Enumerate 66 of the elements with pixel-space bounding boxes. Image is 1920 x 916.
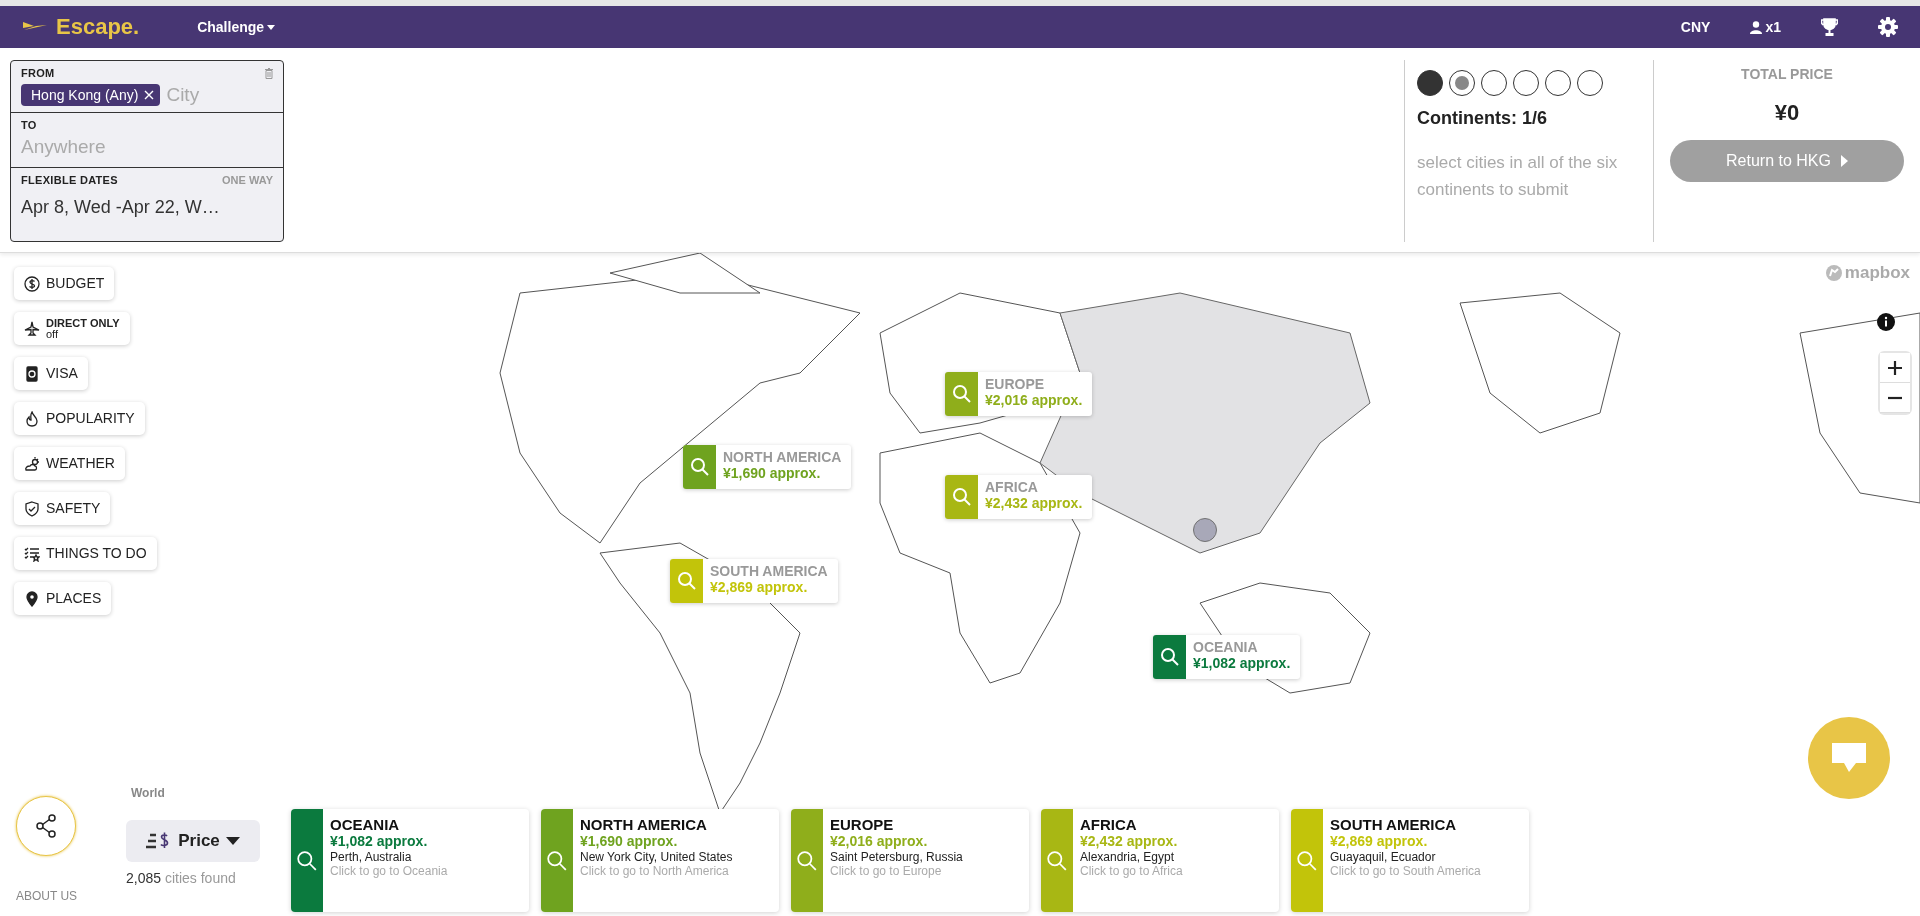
continent-card[interactable]: OCEANIA ¥1,082 approx. Perth, Australia Click to go to Oceania xyxy=(291,809,529,912)
continent-card[interactable]: EUROPE ¥2,016 approx. Saint Petersburg, Russia Click to go to Europe xyxy=(791,809,1029,912)
search-icon xyxy=(1296,849,1318,872)
share-icon xyxy=(35,814,57,838)
caret-icon xyxy=(225,837,240,845)
search-icon xyxy=(296,849,318,872)
settings-icon[interactable] xyxy=(1878,17,1898,37)
pin-icon xyxy=(24,590,40,607)
city-count-label: cities found xyxy=(164,870,236,886)
mapbox-mark-icon xyxy=(1824,264,1843,282)
continents-count: Continents: 1/6 xyxy=(1417,108,1548,129)
search-icon xyxy=(1159,647,1180,667)
continent-card[interactable]: NORTH AMERICA ¥1,690 approx. New York City, United States Click to go to North America xyxy=(541,809,779,912)
filter-button[interactable]: PLACES xyxy=(14,582,112,615)
shield-icon xyxy=(24,500,40,517)
filter-button[interactable]: BUDGET xyxy=(14,267,115,300)
filter-button[interactable]: POPULARITY xyxy=(14,402,145,435)
caret-icon xyxy=(267,24,276,30)
passport-icon xyxy=(24,365,40,382)
filter-button[interactable]: VISA xyxy=(14,357,88,390)
about-us-link[interactable]: ABOUT US xyxy=(16,889,78,903)
sun-cloud-icon xyxy=(24,455,40,472)
info-icon[interactable] xyxy=(1877,313,1895,331)
filter-button[interactable]: WEATHER xyxy=(14,447,125,480)
search-icon xyxy=(951,487,972,507)
search-icon xyxy=(951,384,972,404)
filter-button[interactable]: THINGS TO DO xyxy=(14,537,157,570)
search-icon xyxy=(1046,849,1068,872)
plus-icon xyxy=(1888,360,1902,375)
share-button[interactable] xyxy=(16,796,76,856)
city-input-field[interactable]: City xyxy=(166,84,257,106)
total-price: ¥0 xyxy=(1774,100,1800,126)
to-label: TO xyxy=(21,119,38,131)
from-label: FROM xyxy=(21,67,55,79)
challenge-menu[interactable]: Challenge xyxy=(197,19,276,35)
continent-card[interactable]: AFRICA ¥2,432 approx. Alexandria, Egypt Click to go to Africa xyxy=(1041,809,1279,912)
search-icon xyxy=(546,849,568,872)
currency-button[interactable]: CNY xyxy=(1680,19,1711,35)
play-icon xyxy=(1840,155,1848,167)
destination-input-field[interactable]: Anywhere xyxy=(21,136,221,161)
zoom-in-button[interactable] xyxy=(1880,353,1910,383)
dates-field[interactable]: Apr 8, Wed -Apr 22, W… xyxy=(21,191,273,222)
city-count: 2,085 xyxy=(126,870,162,886)
search-icon xyxy=(676,571,697,591)
plane-icon xyxy=(24,320,40,337)
checklist-icon xyxy=(24,545,40,562)
region-label: World xyxy=(131,786,165,800)
trophy-icon[interactable] xyxy=(1821,17,1838,37)
city-tag[interactable]: Hong Kong (Any) xyxy=(21,84,161,106)
continent-card[interactable]: SOUTH AMERICA ¥2,869 approx. Guayaquil, Ecuador Click to go to South America xyxy=(1291,809,1529,912)
progress-hint: select cities in all of the six continents to submit xyxy=(1417,152,1619,201)
search-icon xyxy=(689,457,710,477)
map-marker[interactable]: OCEANIA ¥1,082 approx. xyxy=(1153,635,1301,679)
dates-label: FLEXIBLE DATES xyxy=(21,174,118,186)
sort-button[interactable]: Price xyxy=(126,820,260,862)
search-icon xyxy=(796,849,818,872)
filter-button[interactable]: SAFETY xyxy=(14,492,111,525)
filter-button[interactable]: DIRECT ONLY off xyxy=(14,312,130,345)
close-icon[interactable] xyxy=(144,90,155,100)
flame-icon xyxy=(24,410,40,427)
person-icon xyxy=(1750,20,1763,34)
total-price-label: TOTAL PRICE xyxy=(1741,66,1833,82)
speech-bubble-icon xyxy=(1832,743,1866,773)
travelers-button[interactable]: x1 xyxy=(1750,19,1781,35)
logo[interactable]: Escape. xyxy=(56,14,140,40)
dollar-icon xyxy=(24,275,40,292)
